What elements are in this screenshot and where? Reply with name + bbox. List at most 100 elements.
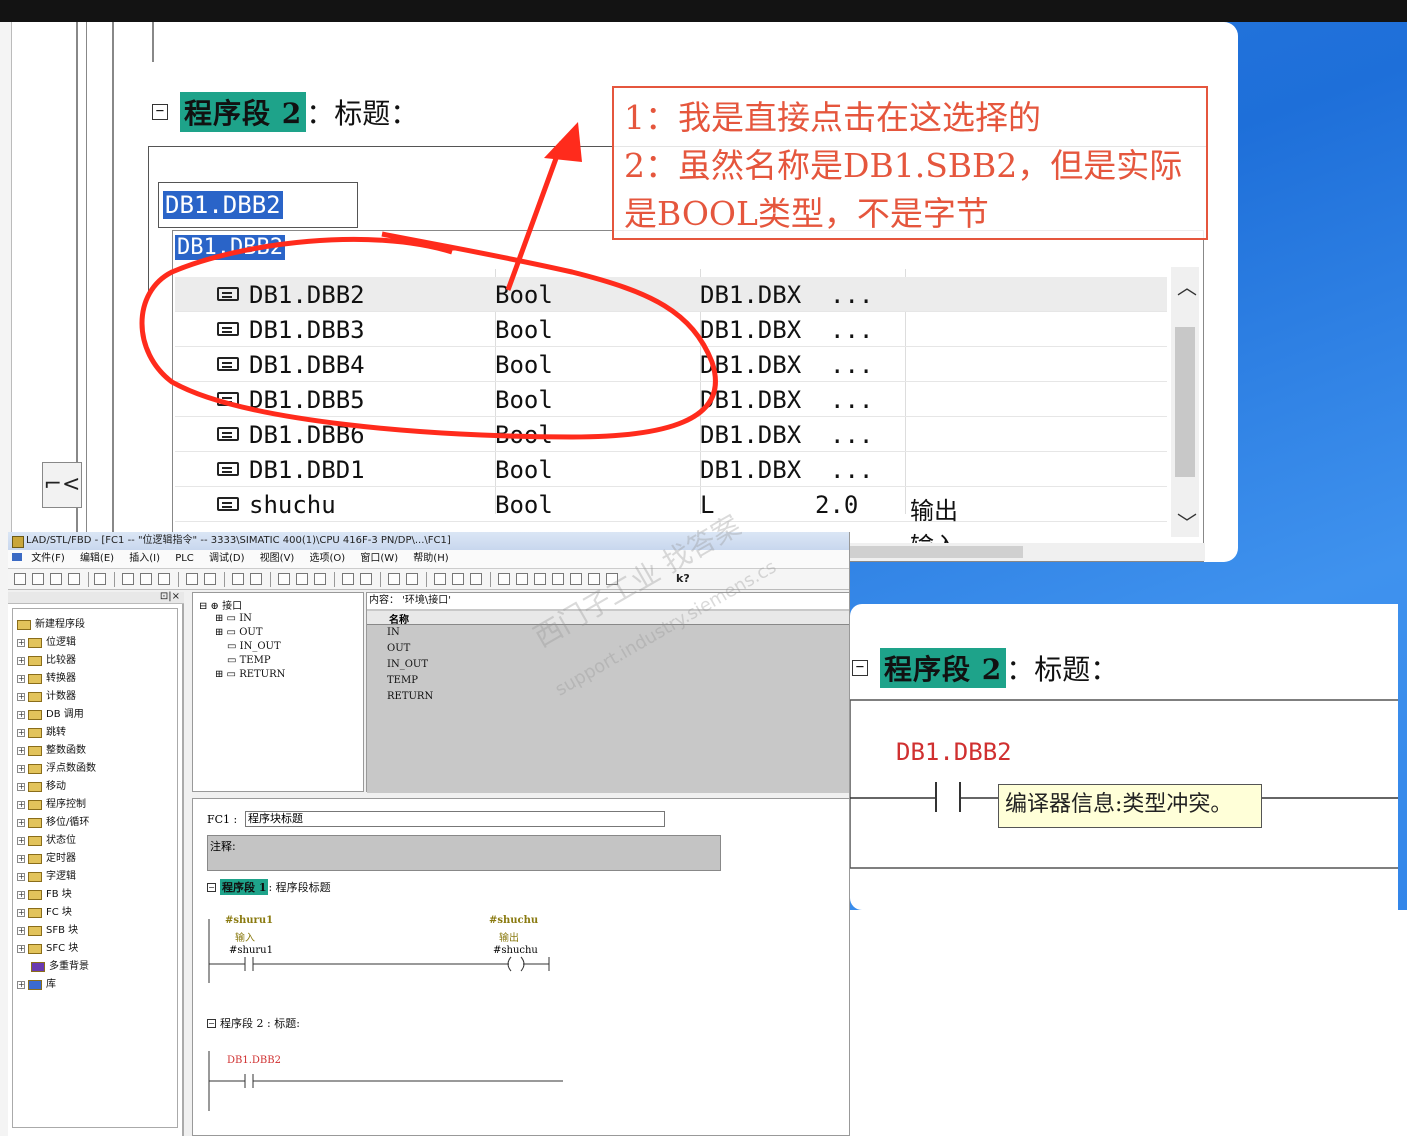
expand-icon[interactable]: + [17, 765, 25, 773]
app-menu-icon[interactable] [12, 553, 22, 561]
interface-item[interactable]: ⊞ ▭ IN [215, 613, 252, 624]
tree-item[interactable]: + 整数函数 [17, 743, 86, 759]
expand-icon[interactable]: + [17, 693, 25, 701]
expand-icon[interactable]: + [17, 801, 25, 809]
interface-item[interactable]: ⊞ ▭ OUT [215, 627, 262, 638]
open-branch-icon[interactable] [570, 573, 582, 585]
tree-item[interactable]: + 跳转 [17, 725, 66, 741]
interface-root[interactable]: ⊟ ⊕ 接口 [199, 597, 242, 612]
expand-icon[interactable]: + [17, 927, 25, 935]
tree-item[interactable]: + 位逻辑 [17, 635, 76, 651]
content-item[interactable]: IN [387, 627, 400, 638]
content-item[interactable]: RETURN [387, 691, 433, 702]
no-contact-icon[interactable] [498, 573, 510, 585]
close-icon[interactable]: ⊡|× [160, 591, 180, 602]
tree-item[interactable]: 新建程序段 [17, 617, 85, 633]
tree-item[interactable]: + 计数器 [17, 689, 76, 705]
dropdown-row[interactable]: shuchu Bool L 2.0 输出 [175, 487, 1167, 525]
watch-icon[interactable] [314, 573, 326, 585]
collapse-icon[interactable]: − [152, 104, 168, 120]
tree-item[interactable]: + 浮点数函数 [17, 761, 96, 777]
cut-icon[interactable] [122, 573, 134, 585]
branch-close-icon[interactable] [470, 573, 482, 585]
menu-edit[interactable]: 编辑(E) [80, 553, 114, 564]
tree-item[interactable]: + 定时器 [17, 851, 76, 867]
expand-icon[interactable]: + [17, 729, 25, 737]
nc-contact-icon[interactable] [516, 573, 528, 585]
download-icon[interactable] [250, 573, 262, 585]
expand-icon[interactable]: + [17, 837, 25, 845]
tree-item[interactable]: 多重背景 [17, 959, 89, 975]
expand-icon[interactable]: + [17, 657, 25, 665]
dropdown-row[interactable]: DB1.DBB2 Bool DB1.DBX ... [175, 277, 1167, 312]
save-icon[interactable] [68, 573, 80, 585]
tree-item[interactable]: + 移位/循环 [17, 815, 89, 831]
expand-icon[interactable]: + [17, 945, 25, 953]
dropdown-scrollbar[interactable]: ︿ ﹀ [1171, 267, 1199, 537]
content-item[interactable]: OUT [387, 643, 410, 654]
new-icon[interactable] [14, 573, 26, 585]
content-item[interactable]: IN_OUT [387, 659, 428, 670]
scroll-up-icon[interactable]: ︿ [1177, 271, 1197, 300]
box-icon[interactable] [552, 573, 564, 585]
expand-icon[interactable]: + [17, 981, 25, 989]
menu-debug[interactable]: 调试(D) [209, 553, 245, 564]
monitor-icon[interactable] [278, 573, 290, 585]
print-icon[interactable] [94, 573, 106, 585]
tree-item[interactable]: + 移动 [17, 779, 66, 795]
tree-item[interactable]: + 字逻辑 [17, 869, 76, 885]
expand-icon[interactable]: + [17, 819, 25, 827]
dropdown-row[interactable]: DB1.DBD1 Bool DB1.DBX ... [175, 452, 1167, 487]
tree-item[interactable]: + DB 调用 [17, 707, 84, 723]
redo-icon[interactable] [204, 573, 216, 585]
goto-icon[interactable] [342, 573, 354, 585]
expand-icon[interactable]: + [17, 855, 25, 863]
branch-close-button[interactable]: ⌐< [42, 462, 82, 508]
dropdown-row[interactable]: DB1.DBB4 Bool DB1.DBX ... [175, 347, 1167, 382]
menu-view[interactable]: 视图(V) [260, 553, 295, 564]
expand-icon[interactable]: + [17, 891, 25, 899]
tree-item[interactable]: + 状态位 [17, 833, 76, 849]
expand-icon[interactable]: + [17, 783, 25, 791]
expand-icon[interactable]: + [17, 675, 25, 683]
expand-icon[interactable]: + [17, 639, 25, 647]
content-item[interactable]: TEMP [387, 675, 418, 686]
autocomplete-dropdown[interactable]: DB1.DBB2 DB1.DBB2 Bool DB1.DBX ... DB1.D… [172, 230, 1205, 562]
overview-icon[interactable] [388, 573, 400, 585]
network-icon[interactable] [50, 573, 62, 585]
tree-item[interactable]: + FB 块 [17, 887, 72, 903]
menu-help[interactable]: 帮助(H) [413, 553, 448, 564]
scroll-down-icon[interactable]: ﹀ [1177, 507, 1197, 536]
copy-icon[interactable] [140, 573, 152, 585]
expand-icon[interactable]: + [17, 909, 25, 917]
address-input[interactable]: DB1.DBB2 [158, 182, 358, 228]
tree-item[interactable]: + SFC 块 [17, 941, 78, 957]
interface-item[interactable]: ▭ IN_OUT [227, 641, 281, 652]
details-icon[interactable] [406, 573, 418, 585]
undo-icon[interactable] [186, 573, 198, 585]
tree-item[interactable]: + 程序控制 [17, 797, 86, 813]
menu-file[interactable]: 文件(F) [31, 553, 65, 564]
menu-window[interactable]: 窗口(W) [360, 553, 398, 564]
menu-plc[interactable]: PLC [175, 553, 194, 564]
tree-item[interactable]: + 转换器 [17, 671, 76, 687]
goto-next-icon[interactable] [360, 573, 372, 585]
paste-icon[interactable] [158, 573, 170, 585]
tree-item[interactable]: + 比较器 [17, 653, 76, 669]
scroll-thumb[interactable] [1175, 327, 1195, 477]
compile-icon[interactable] [232, 573, 244, 585]
interface-item[interactable]: ⊞ ▭ RETURN [215, 669, 285, 680]
expand-icon[interactable]: + [17, 747, 25, 755]
tree-item[interactable]: + 库 [17, 977, 56, 993]
monitor-icon-2[interactable] [296, 573, 308, 585]
menu-insert[interactable]: 插入(I) [129, 553, 160, 564]
expand-icon[interactable]: + [17, 711, 25, 719]
dropdown-row[interactable]: DB1.DBB6 Bool DB1.DBX ... [175, 417, 1167, 452]
menu-options[interactable]: 选项(O) [310, 553, 346, 564]
new-network-icon[interactable] [434, 573, 446, 585]
branch-icon[interactable] [452, 573, 464, 585]
dropdown-row[interactable]: DB1.DBB3 Bool DB1.DBX ... [175, 312, 1167, 347]
coil-icon[interactable] [534, 573, 546, 585]
dropdown-row[interactable]: DB1.DBB5 Bool DB1.DBX ... [175, 382, 1167, 417]
expand-icon[interactable]: + [17, 873, 25, 881]
